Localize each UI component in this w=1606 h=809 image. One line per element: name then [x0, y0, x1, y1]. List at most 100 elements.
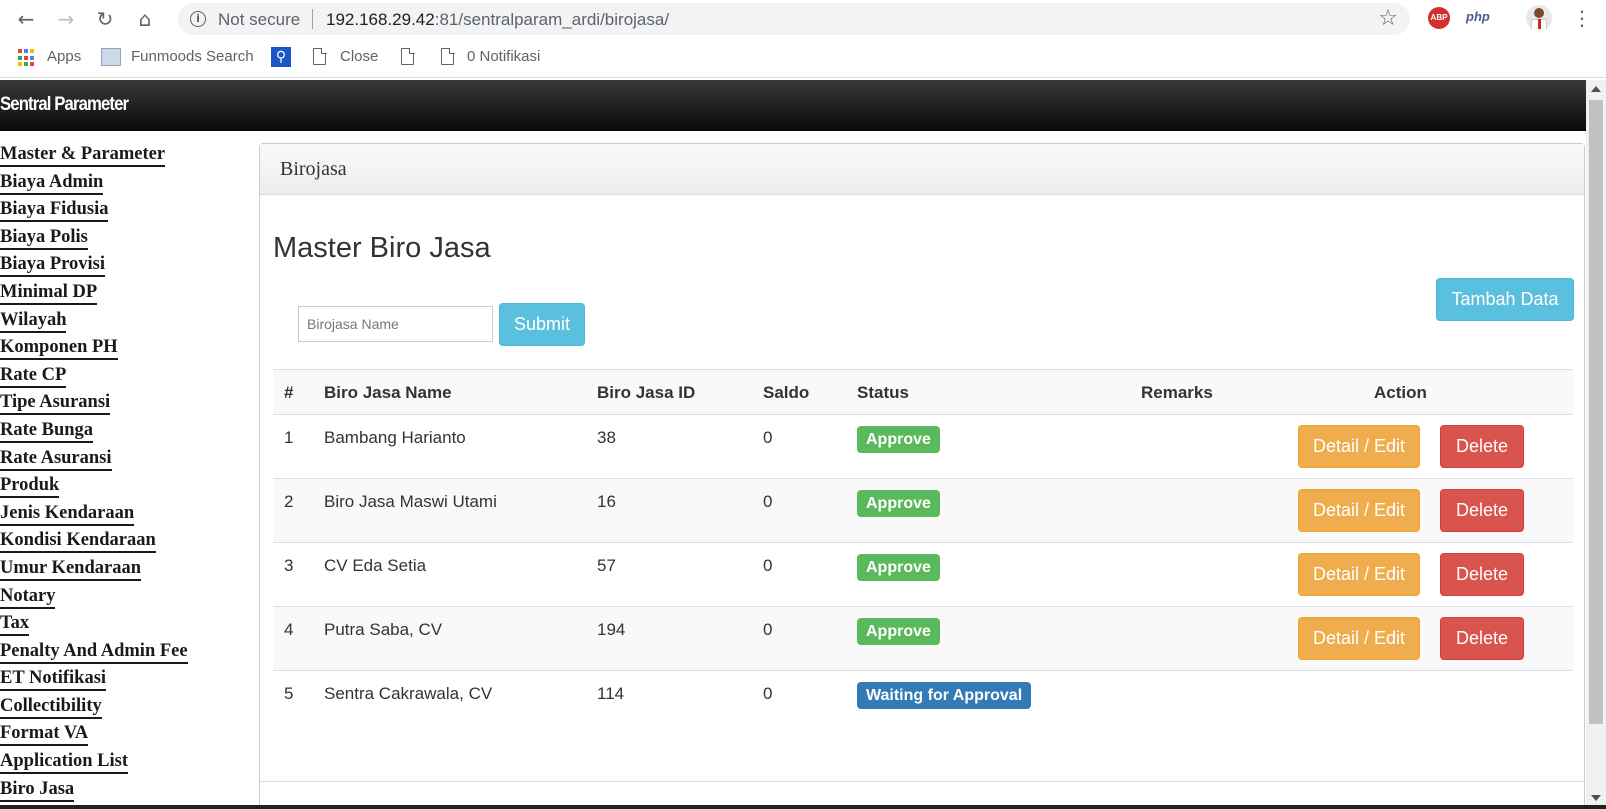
search-input[interactable] — [298, 306, 493, 342]
sidebar-item-umur-kendaraan[interactable]: Umur Kendaraan — [0, 557, 250, 585]
sidebar-item-et-notifikasi[interactable]: ET Notifikasi — [0, 667, 250, 695]
bookmark-close[interactable]: Close — [340, 48, 378, 65]
sidebar-item-collectibility[interactable]: Collectibility — [0, 695, 250, 723]
sidebar-item-komponen-ph[interactable]: Komponen PH — [0, 336, 250, 364]
page-scrollbar[interactable] — [1586, 80, 1606, 809]
row-id: 38 — [597, 428, 616, 447]
status-badge: Approve — [857, 554, 940, 581]
row-id: 194 — [597, 620, 626, 639]
row-saldo: 0 — [763, 620, 773, 639]
address-bar[interactable]: i Not secure 192.168.29.42:81/sentralpar… — [178, 3, 1410, 35]
table-row: 3 CV Eda Setia 57 0 Approve Detail / Edi… — [273, 543, 1573, 607]
sidebar-item-tipe-asuransi[interactable]: Tipe Asuransi — [0, 391, 250, 419]
sidebar-item-jenis-kendaraan[interactable]: Jenis Kendaraan — [0, 502, 250, 530]
sidebar: Master & Parameter Biaya Admin Biaya Fid… — [0, 143, 250, 805]
sidebar-item-minimal-dp[interactable]: Minimal DP — [0, 281, 250, 309]
bookmarks-bar: Apps Funmoods Search ⚲ Close 0 Notifikas… — [0, 38, 1606, 78]
detail-edit-button[interactable]: Detail / Edit — [1298, 425, 1420, 468]
row-number: 5 — [284, 684, 294, 703]
home-icon[interactable]: ⌂ — [133, 7, 157, 31]
url-text[interactable]: 192.168.29.42:81/sentralparam_ardi/biroj… — [326, 10, 669, 30]
scroll-up-icon[interactable] — [1591, 86, 1601, 92]
delete-button[interactable]: Delete — [1440, 617, 1524, 660]
row-saldo: 0 — [763, 428, 773, 447]
status-badge: Approve — [857, 618, 940, 645]
row-name: Biro Jasa Maswi Utami — [324, 492, 497, 511]
row-saldo: 0 — [763, 684, 773, 703]
status-badge: Waiting for Approval — [857, 682, 1032, 709]
row-id: 16 — [597, 492, 616, 511]
page-icon — [313, 47, 327, 65]
page-title: Master Biro Jasa — [273, 232, 491, 264]
sidebar-item-kondisi-kendaraan[interactable]: Kondisi Kendaraan — [0, 529, 250, 557]
detail-edit-button[interactable]: Detail / Edit — [1298, 489, 1420, 532]
detail-edit-button[interactable]: Detail / Edit — [1298, 617, 1420, 660]
panel-divider — [260, 781, 1584, 782]
sidebar-item-notary[interactable]: Notary — [0, 585, 250, 613]
column-header-remarks: Remarks — [1141, 383, 1213, 402]
info-icon[interactable]: i — [190, 11, 206, 27]
column-header-number: # — [284, 383, 294, 402]
row-id: 114 — [597, 684, 625, 703]
sidebar-item-master-parameter[interactable]: Master & Parameter — [0, 143, 250, 171]
table-row: 2 Biro Jasa Maswi Utami 16 0 Approve Det… — [273, 479, 1573, 543]
browser-toolbar: ← → ↻ ⌂ i Not secure 192.168.29.42:81/se… — [0, 0, 1606, 38]
table-row: 5 Sentra Cakrawala, CV 114 0 Waiting for… — [273, 671, 1573, 735]
scroll-down-icon[interactable] — [1591, 795, 1601, 801]
profile-avatar[interactable] — [1526, 5, 1552, 31]
bookmark-funmoods-search[interactable]: Funmoods Search — [131, 48, 254, 65]
delete-button[interactable]: Delete — [1440, 489, 1524, 532]
delete-button[interactable]: Delete — [1440, 553, 1524, 596]
table-header: # Biro Jasa Name Biro Jasa ID Saldo Stat… — [273, 369, 1573, 415]
funmoods-icon — [101, 48, 121, 66]
browser-menu-icon[interactable]: ⋮ — [1572, 6, 1592, 30]
apps-grid-icon[interactable] — [18, 49, 36, 67]
row-name: Putra Saba, CV — [324, 620, 443, 639]
sidebar-item-produk[interactable]: Produk — [0, 474, 250, 502]
column-header-status: Status — [857, 383, 909, 402]
url-separator — [312, 9, 313, 29]
forward-icon[interactable]: → — [54, 7, 78, 31]
column-header-id: Biro Jasa ID — [597, 383, 696, 402]
page-icon[interactable] — [401, 47, 415, 65]
php-extension-icon[interactable]: php — [1466, 9, 1490, 24]
row-name: CV Eda Setia — [324, 556, 427, 575]
sidebar-item-wilayah[interactable]: Wilayah — [0, 309, 250, 337]
scroll-thumb[interactable] — [1589, 100, 1603, 724]
status-badge: Approve — [857, 426, 940, 453]
star-icon[interactable]: ☆ — [1378, 6, 1398, 31]
sidebar-item-rate-asuransi[interactable]: Rate Asuransi — [0, 447, 250, 475]
sidebar-item-format-va[interactable]: Format VA — [0, 722, 250, 750]
submit-button[interactable]: Submit — [499, 303, 585, 346]
sidebar-item-tax[interactable]: Tax — [0, 612, 250, 640]
add-data-button[interactable]: Tambah Data — [1436, 278, 1574, 321]
sidebar-item-application-list[interactable]: Application List — [0, 750, 250, 778]
url-host: 192.168.29.42 — [326, 10, 435, 29]
column-header-action: Action — [1374, 383, 1427, 402]
back-icon[interactable]: ← — [14, 7, 38, 31]
sidebar-item-biaya-admin[interactable]: Biaya Admin — [0, 171, 250, 199]
sidebar-item-biro-jasa[interactable]: Biro Jasa — [0, 778, 250, 806]
sidebar-item-rate-bunga[interactable]: Rate Bunga — [0, 419, 250, 447]
bookmark-apps[interactable]: Apps — [47, 48, 81, 65]
reload-icon[interactable]: ↻ — [93, 7, 117, 31]
row-saldo: 0 — [763, 556, 773, 575]
bookmark-notifikasi[interactable]: 0 Notifikasi — [467, 48, 540, 65]
url-path: :81/sentralparam_ardi/birojasa/ — [434, 10, 670, 29]
column-header-name: Biro Jasa Name — [324, 383, 452, 402]
delete-button[interactable]: Delete — [1440, 425, 1524, 468]
table-row: 4 Putra Saba, CV 194 0 Approve Detail / … — [273, 607, 1573, 671]
main-panel: Birojasa Master Biro Jasa Submit Tambah … — [259, 143, 1585, 809]
adblock-icon[interactable]: ABP — [1428, 7, 1450, 29]
sidebar-item-biaya-provisi[interactable]: Biaya Provisi — [0, 253, 250, 281]
detail-edit-button[interactable]: Detail / Edit — [1298, 553, 1420, 596]
column-header-saldo: Saldo — [763, 383, 810, 402]
sidebar-item-biaya-polis[interactable]: Biaya Polis — [0, 226, 250, 254]
app-title[interactable]: Sentral Parameter — [0, 94, 129, 116]
taskbar-edge — [0, 805, 1606, 809]
table-row: 1 Bambang Harianto 38 0 Approve Detail /… — [273, 415, 1573, 479]
search-icon[interactable]: ⚲ — [271, 47, 291, 67]
sidebar-item-biaya-fidusia[interactable]: Biaya Fidusia — [0, 198, 250, 226]
sidebar-item-rate-cp[interactable]: Rate CP — [0, 364, 250, 392]
sidebar-item-penalty-admin-fee[interactable]: Penalty And Admin Fee — [0, 640, 250, 668]
